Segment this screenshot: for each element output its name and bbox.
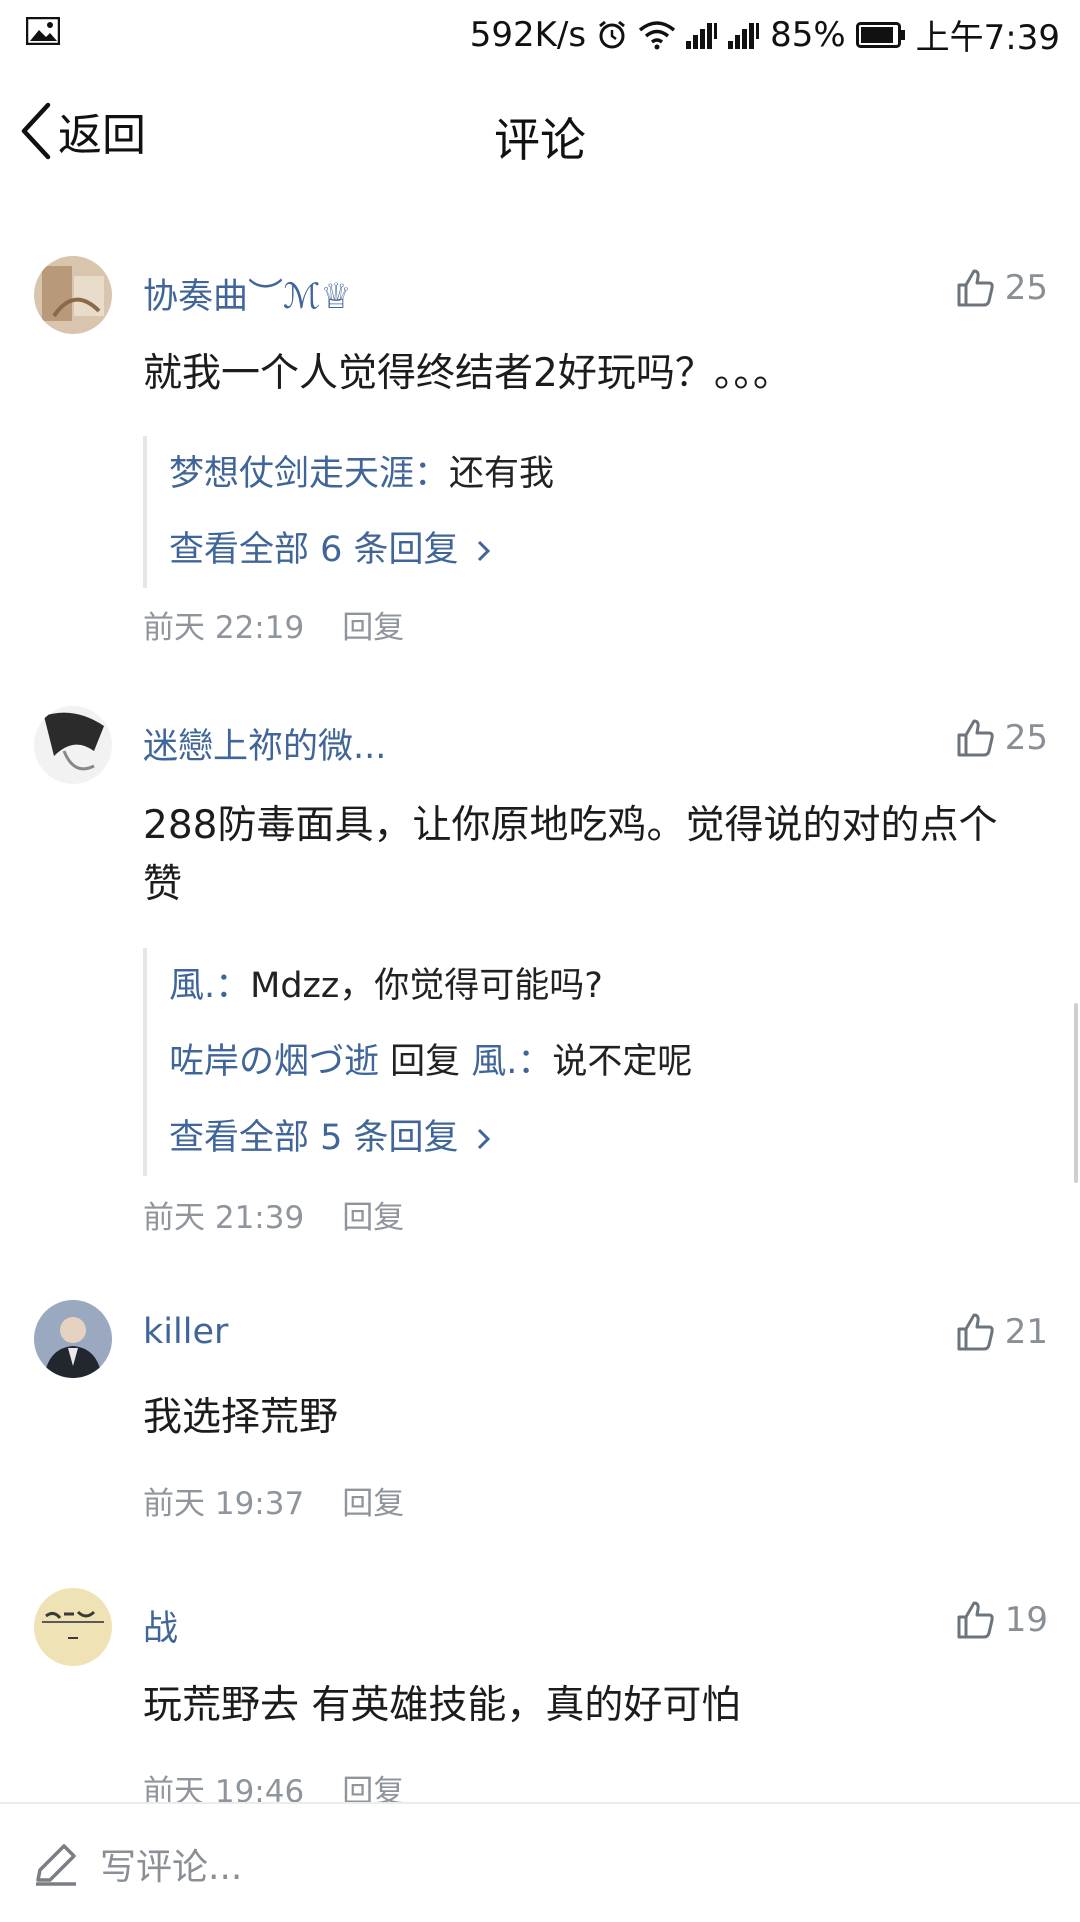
username[interactable]: 协奏曲︶ℳ♕: [143, 268, 352, 319]
status-bar: 592K/s 85% 上午7:39: [0, 0, 1080, 64]
reply-author[interactable]: 梦想仗剑走天涯：: [169, 454, 449, 494]
signal-icon-2: [728, 22, 760, 49]
write-comment-input[interactable]: 写评论...: [32, 1838, 242, 1890]
thumbs-up-icon: [957, 1313, 994, 1351]
chevron-right-icon: [477, 540, 490, 562]
username[interactable]: 迷戀上祢的微...: [143, 718, 386, 769]
reply-text: 还有我: [449, 454, 555, 494]
comment-text: 288防毒面具，让你原地吃鸡。觉得说的对的点个赞: [143, 803, 998, 907]
avatar[interactable]: [34, 1300, 112, 1378]
like-button[interactable]: 21: [955, 1312, 1048, 1352]
thumbs-up-icon: [957, 1601, 994, 1639]
reply-item[interactable]: 風.：Mdzz，你觉得可能吗?: [169, 948, 692, 1024]
alarm-icon: [599, 20, 625, 48]
reply-button[interactable]: 回复: [342, 1486, 404, 1522]
username[interactable]: killer: [143, 1312, 228, 1352]
avatar[interactable]: [34, 1588, 112, 1666]
comment-meta: 前天 19:37 回复: [143, 1478, 404, 1523]
username[interactable]: 战: [143, 1600, 178, 1651]
battery-percent: 85%: [770, 14, 846, 55]
like-button[interactable]: 25: [955, 718, 1048, 758]
comment-time: 前天 22:19: [143, 610, 305, 646]
pencil-icon: [36, 1844, 76, 1886]
reply-button[interactable]: 回复: [342, 1200, 404, 1236]
view-all-replies-link[interactable]: 查看全部 5 条回复: [169, 1100, 692, 1176]
compose-placeholder: 写评论...: [100, 1847, 243, 1888]
scrollbar[interactable]: [1074, 1003, 1078, 1183]
wifi-icon: [638, 20, 676, 49]
thumbs-up-icon: [957, 719, 994, 757]
reply-item[interactable]: 咗岸の烟づ逝 回复 風.：说不定呢: [169, 1024, 692, 1100]
reply-author[interactable]: 咗岸の烟づ逝: [169, 1042, 379, 1082]
gallery-notification-icon: [26, 17, 60, 45]
battery-icon: [855, 21, 905, 48]
view-all-label: 查看全部 6 条回复: [169, 530, 459, 570]
view-all-replies-link[interactable]: 查看全部 6 条回复: [169, 512, 554, 588]
avatar-image: [34, 256, 112, 334]
reply-text: 说不定呢: [552, 1042, 693, 1082]
bottom-bar: 写评论...: [0, 1802, 1080, 1922]
nav-header: 返回 评论: [0, 64, 1080, 204]
page-title: 评论: [494, 113, 586, 167]
chevron-right-icon: [477, 1128, 490, 1150]
like-count: 19: [1004, 1600, 1048, 1640]
reply-box: 梦想仗剑走天涯：还有我 查看全部 6 条回复: [143, 436, 554, 588]
signal-icon-1: [686, 22, 718, 49]
avatar[interactable]: [34, 706, 112, 784]
like-count: 21: [1004, 1312, 1048, 1352]
view-all-label: 查看全部 5 条回复: [169, 1118, 459, 1158]
comment-time: 前天 19:37: [143, 1486, 305, 1522]
reply-connector: 回复: [379, 1042, 472, 1082]
reply-button[interactable]: 回复: [342, 610, 404, 646]
reply-author[interactable]: 風.：: [169, 966, 250, 1006]
clock: 上午7:39: [915, 18, 1060, 58]
avatar-image: [34, 1588, 112, 1666]
like-button[interactable]: 19: [955, 1600, 1048, 1640]
thumbs-up-icon: [957, 269, 994, 307]
avatar-image: [34, 1300, 112, 1378]
comment-meta: 前天 22:19 回复: [143, 602, 404, 647]
comment-text: 就我一个人觉得终结者2好玩吗？。。。: [143, 351, 792, 396]
avatar[interactable]: [34, 256, 112, 334]
like-count: 25: [1004, 718, 1048, 758]
like-count: 25: [1004, 268, 1048, 308]
comment-meta: 前天 21:39 回复: [143, 1192, 404, 1237]
reply-item[interactable]: 梦想仗剑走天涯：还有我: [169, 436, 554, 512]
comment-text: 玩荒野去 有英雄技能，真的好可怕: [143, 1683, 741, 1728]
avatar-image: [34, 706, 112, 784]
network-speed: 592K/s: [469, 14, 587, 55]
reply-target[interactable]: 風.：: [471, 1042, 552, 1082]
reply-text: Mdzz，你觉得可能吗?: [250, 966, 603, 1006]
comment-text: 我选择荒野: [143, 1395, 339, 1440]
like-button[interactable]: 25: [955, 268, 1048, 308]
comment-time: 前天 21:39: [143, 1200, 305, 1236]
reply-box: 風.：Mdzz，你觉得可能吗? 咗岸の烟づ逝 回复 風.：说不定呢 查看全部 5…: [143, 948, 692, 1176]
